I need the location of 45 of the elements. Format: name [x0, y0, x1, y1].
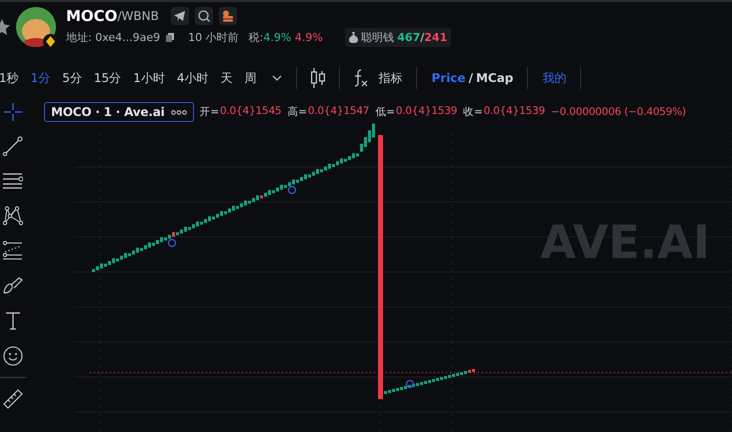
pair-label: /WBNB: [117, 9, 159, 23]
crosshair-icon[interactable]: [4, 103, 22, 121]
ruler-icon[interactable]: [3, 389, 23, 409]
text-tool-icon[interactable]: [4, 311, 22, 331]
search-icon[interactable]: [194, 7, 213, 25]
address-label: 地址: 0xe4...9ae9: [66, 30, 160, 45]
timeframe-tab[interactable]: 15分: [94, 70, 128, 86]
timeframe-tab[interactable]: 5分: [62, 70, 88, 86]
trade-marker: [406, 380, 414, 388]
smiley-icon[interactable]: [3, 346, 23, 366]
indicators-button[interactable]: 指标: [354, 69, 402, 87]
timeframe-tab[interactable]: 周: [244, 70, 262, 86]
age-label: 10 小时前: [188, 30, 239, 45]
coins-icon[interactable]: [218, 7, 237, 25]
ohlc-value: 收=0.0{4}1539: [463, 105, 546, 119]
timeframe-tab[interactable]: 4小时: [176, 70, 214, 86]
price-change: −0.00000006 (−0.4059%): [551, 106, 686, 118]
brush-icon[interactable]: [3, 276, 23, 296]
function-icon: [354, 69, 368, 87]
chart-title: MOCO · 1 · Ave.ai: [51, 105, 165, 119]
timeframe-tab[interactable]: 1秒: [0, 70, 25, 86]
trade-marker: [288, 186, 296, 194]
chevron-down-icon[interactable]: [272, 75, 282, 81]
fibonacci-icon[interactable]: [3, 241, 23, 261]
copy-icon[interactable]: [166, 33, 174, 42]
telegram-icon[interactable]: [170, 7, 189, 25]
candlestick-icon[interactable]: [311, 68, 326, 88]
smart-money-badge: 聪明钱 467/241: [344, 28, 452, 47]
mine-button[interactable]: 我的: [542, 70, 566, 86]
pattern-icon[interactable]: [3, 206, 23, 226]
tax-label: 税:4.9% 4.9%: [248, 30, 323, 45]
timeframe-tab[interactable]: 天: [220, 70, 238, 86]
coin-badge-icon: [43, 34, 58, 49]
timeframe-tab[interactable]: 1分: [30, 70, 56, 86]
ohlc-value: 开=0.0{4}1545: [200, 105, 282, 119]
horizontal-lines-icon[interactable]: [3, 171, 23, 191]
ohlc-value: 高=0.0{4}1547: [287, 105, 370, 119]
timeframe-tab[interactable]: 1小时: [133, 70, 171, 86]
price-mcap-toggle[interactable]: Price / MCap: [431, 71, 514, 85]
trade-marker: [168, 238, 176, 248]
more-icon[interactable]: [170, 110, 187, 114]
star-icon[interactable]: [0, 18, 10, 36]
ohlc-value: 低=0.0{4}1539: [375, 105, 458, 119]
token-symbol: MOCO: [66, 7, 118, 25]
trend-line-icon[interactable]: [3, 136, 23, 156]
